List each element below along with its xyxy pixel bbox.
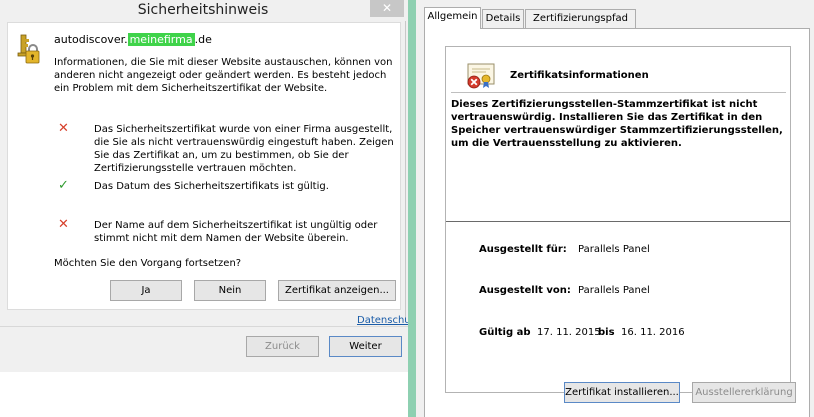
view-certificate-button[interactable]: Zertifikat anzeigen... <box>278 280 396 301</box>
cross-icon: ✕ <box>58 217 69 232</box>
cross-icon: ✕ <box>58 121 69 136</box>
certificate-warning-message: Dieses Zertifizierungsstellen-Stammzerti… <box>451 99 783 149</box>
site-suffix: .de <box>194 33 212 46</box>
tab-panel-general: Zertifikatsinformationen Dieses Zertifiz… <box>424 28 810 417</box>
dialog-content: autodiscover. meinefirma .de Informationen… <box>7 22 401 310</box>
site-prefix: autodiscover. <box>54 33 128 46</box>
tab-certification-path[interactable]: Zertifizierungspfad <box>525 9 636 28</box>
issued-to-value: Parallels Panel <box>578 244 650 255</box>
close-button[interactable]: ✕ <box>370 0 404 17</box>
site-highlight: meinefirma <box>127 33 195 46</box>
security-warning-dialog: Sicherheitshinweis ✕ autodiscover. meinef… <box>0 0 406 322</box>
back-button[interactable]: Zurück <box>246 336 319 357</box>
issue-name-mismatch: Der Name auf dem Sicherheitszertifikat i… <box>94 220 378 244</box>
tab-details[interactable]: Details <box>482 9 524 28</box>
certificate-dialog: Allgemein Details Zertifizierungspfad Ze… <box>416 0 814 417</box>
yes-button[interactable]: Ja <box>110 280 182 301</box>
issued-to-label: Ausgestellt für: <box>479 244 567 255</box>
certificate-heading: Zertifikatsinformationen <box>510 70 649 81</box>
valid-to-value: 16. 11. 2016 <box>621 327 685 338</box>
issue-untrusted-issuer: Das Sicherheitszertifikat wurde von eine… <box>94 124 394 174</box>
certificate-error-icon <box>467 63 495 89</box>
intro-text: Informationen, die Sie mit dieser Websit… <box>54 57 393 94</box>
key-lock-icon <box>17 34 40 64</box>
privacy-link[interactable]: Datenschu <box>357 315 408 326</box>
valid-from-value: 17. 11. 2015 <box>537 327 601 338</box>
dialog-title: Sicherheitshinweis <box>137 2 269 18</box>
valid-to-label: bis <box>598 327 615 338</box>
valid-from-label: Gültig ab <box>479 327 531 338</box>
checkmark-icon: ✓ <box>58 178 69 193</box>
site-address: autodiscover. meinefirma .de <box>54 33 212 47</box>
next-button[interactable]: Weiter <box>329 336 402 357</box>
details-divider <box>446 221 790 222</box>
wizard-divider <box>0 326 408 327</box>
issuer-statement-button[interactable]: Ausstellererklärung <box>692 382 796 403</box>
security-warning-window: Sicherheitshinweis ✕ autodiscover. meinef… <box>0 0 408 417</box>
issued-by-label: Ausgestellt von: <box>479 285 571 296</box>
continue-question: Möchten Sie den Vorgang fortsetzen? <box>54 258 242 269</box>
issued-by-value: Parallels Panel <box>578 285 650 296</box>
certificate-info-box: Zertifikatsinformationen Dieses Zertifiz… <box>445 46 791 393</box>
dialog-titlebar: Sicherheitshinweis ✕ <box>0 0 406 21</box>
tab-general[interactable]: Allgemein <box>424 7 481 29</box>
heading-divider <box>451 92 786 93</box>
issue-date-valid: Das Datum des Sicherheitszertifikats ist… <box>94 181 329 192</box>
window-bottom-area <box>0 372 408 417</box>
no-button[interactable]: Nein <box>194 280 266 301</box>
install-certificate-button[interactable]: Zertifikat installieren... <box>564 382 680 403</box>
window-separator <box>408 0 416 417</box>
